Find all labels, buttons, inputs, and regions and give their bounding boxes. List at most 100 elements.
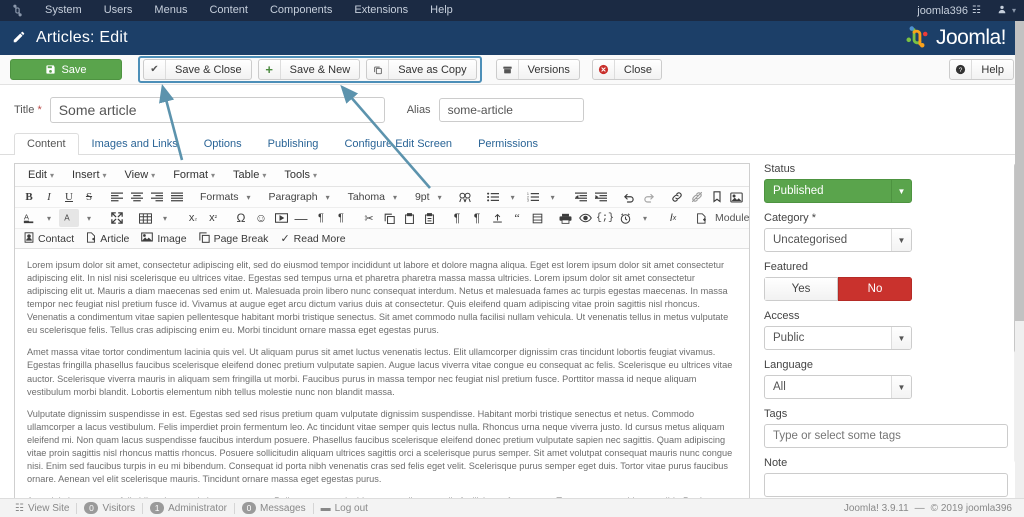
align-left-icon[interactable] <box>107 188 127 206</box>
user-icon[interactable] <box>997 4 1007 18</box>
indent-icon[interactable] <box>591 188 611 206</box>
code-icon[interactable]: {;} <box>595 209 615 227</box>
versions-button[interactable]: Versions <box>496 59 580 80</box>
admin-menu-system[interactable]: System <box>34 0 93 21</box>
strikethrough-icon[interactable]: S <box>79 188 99 206</box>
media-icon[interactable] <box>271 209 291 227</box>
language-select[interactable]: All ▼ <box>764 375 912 399</box>
tags-input[interactable] <box>764 424 1008 448</box>
save-button[interactable]: Save <box>10 59 122 80</box>
editor-menu-edit[interactable]: Edit▾ <box>19 167 63 183</box>
site-name-link[interactable]: joomla396 <box>917 5 968 17</box>
insert-module-button[interactable] <box>691 209 711 227</box>
table-icon[interactable] <box>135 209 155 227</box>
italic-icon[interactable]: I <box>39 188 59 206</box>
source-code-icon[interactable]: <> <box>747 188 749 206</box>
visual-characters-icon[interactable]: ¶ <box>447 209 467 227</box>
admin-menu-extensions[interactable]: Extensions <box>343 0 419 21</box>
page-scrollbar[interactable] <box>1015 21 1024 498</box>
paragraph-dropdown[interactable]: Paragraph▾ <box>264 188 335 206</box>
editor-menu-view[interactable]: View▾ <box>116 167 165 183</box>
bullet-list-chevron-icon[interactable]: ▾ <box>503 188 523 206</box>
xtd-image-button[interactable]: Image <box>138 232 193 245</box>
align-right-icon[interactable] <box>147 188 167 206</box>
remove-format-icon[interactable]: Ix <box>663 209 683 227</box>
administrator-status[interactable]: 1 Administrator <box>143 502 234 514</box>
text-color-icon[interactable]: A <box>19 209 39 227</box>
save-and-new-button[interactable]: + Save & New <box>258 59 361 80</box>
image-icon[interactable] <box>727 188 747 206</box>
search-replace-icon[interactable] <box>455 188 475 206</box>
tab-permissions[interactable]: Permissions <box>465 133 551 155</box>
visitors-status[interactable]: 0 Visitors <box>77 502 142 514</box>
anchor-icon[interactable] <box>707 188 727 206</box>
messages-status[interactable]: 0 Messages <box>235 502 313 514</box>
cut-icon[interactable]: ✂ <box>359 209 379 227</box>
table-chevron-icon[interactable]: ▾ <box>155 209 175 227</box>
align-center-icon[interactable] <box>127 188 147 206</box>
text-color-chevron-icon[interactable]: ▾ <box>39 209 59 227</box>
xtd-page-break-button[interactable]: Page Break <box>196 232 276 246</box>
nonbreaking-icon[interactable] <box>527 209 547 227</box>
numbered-list-chevron-icon[interactable]: ▾ <box>543 188 563 206</box>
align-justify-icon[interactable] <box>167 188 187 206</box>
fullscreen-icon[interactable] <box>107 209 127 227</box>
editor-content-area[interactable]: Lorem ipsum dolor sit amet, consectetur … <box>15 249 749 498</box>
tab-configure-edit-screen[interactable]: Configure Edit Screen <box>331 133 465 155</box>
access-select[interactable]: Public ▼ <box>764 326 912 350</box>
datetime-icon[interactable] <box>615 209 635 227</box>
tab-publishing[interactable]: Publishing <box>255 133 332 155</box>
print-icon[interactable] <box>555 209 575 227</box>
close-button[interactable]: Close <box>592 59 662 80</box>
bold-icon[interactable]: B <box>19 188 39 206</box>
superscript-icon[interactable]: x² <box>203 209 223 227</box>
admin-menu-menus[interactable]: Menus <box>143 0 198 21</box>
editor-menu-tools[interactable]: Tools▾ <box>275 167 326 183</box>
emoticon-icon[interactable]: ☺ <box>251 209 271 227</box>
title-input[interactable] <box>50 97 385 123</box>
xtd-article-button[interactable]: Article <box>83 232 136 246</box>
numbered-list-icon[interactable]: 123 <box>523 188 543 206</box>
editor-menu-table[interactable]: Table▾ <box>224 167 275 183</box>
copy-icon[interactable] <box>379 209 399 227</box>
category-select[interactable]: Uncategorised ▼ <box>764 228 912 252</box>
featured-yes-option[interactable]: Yes <box>764 277 838 301</box>
link-icon[interactable] <box>667 188 687 206</box>
editor-menu-format[interactable]: Format▾ <box>164 167 224 183</box>
unlink-icon[interactable] <box>687 188 707 206</box>
external-link-icon[interactable]: ☷ <box>972 5 981 16</box>
visual-blocks-icon[interactable]: ¶ <box>467 209 487 227</box>
xtd-read-more-button[interactable]: ✓ Read More <box>277 232 352 245</box>
note-input[interactable] <box>764 473 1008 497</box>
subscript-icon[interactable]: x₂ <box>183 209 203 227</box>
xtd-contact-button[interactable]: Contact <box>21 232 81 246</box>
tab-content[interactable]: Content <box>14 133 79 155</box>
status-select[interactable]: Published ▼ <box>764 179 912 203</box>
admin-menu-help[interactable]: Help <box>419 0 464 21</box>
view-site-link[interactable]: ☷ View Site <box>8 503 76 514</box>
datetime-chevron-icon[interactable]: ▾ <box>635 209 655 227</box>
help-button[interactable]: ? Help <box>949 59 1014 80</box>
alias-input[interactable] <box>439 98 584 122</box>
featured-no-option[interactable]: No <box>838 277 912 301</box>
logout-link[interactable]: ▬ Log out <box>314 503 375 514</box>
blockquote-icon[interactable]: “ <box>507 209 527 227</box>
rtl-icon[interactable]: ¶ <box>331 209 351 227</box>
horizontal-rule-icon[interactable]: — <box>291 209 311 227</box>
joomla-logo-icon[interactable] <box>0 4 34 17</box>
bullet-list-icon[interactable] <box>483 188 503 206</box>
chevron-down-icon[interactable]: ▾ <box>1012 6 1016 15</box>
font-size-dropdown[interactable]: 9pt▾ <box>410 188 447 206</box>
paste-text-icon[interactable] <box>419 209 439 227</box>
save-as-copy-button[interactable]: Save as Copy <box>366 59 476 80</box>
ltr-icon[interactable]: ¶ <box>311 209 331 227</box>
tab-images-and-links[interactable]: Images and Links <box>79 133 191 155</box>
outdent-icon[interactable] <box>571 188 591 206</box>
admin-menu-components[interactable]: Components <box>259 0 343 21</box>
formats-dropdown[interactable]: Formats▾ <box>195 188 256 206</box>
save-and-close-button[interactable]: ✔ Save & Close <box>143 59 252 80</box>
special-character-icon[interactable]: Ω <box>231 209 251 227</box>
template-icon[interactable] <box>487 209 507 227</box>
paste-icon[interactable] <box>399 209 419 227</box>
page-scrollbar-thumb[interactable] <box>1015 21 1024 321</box>
